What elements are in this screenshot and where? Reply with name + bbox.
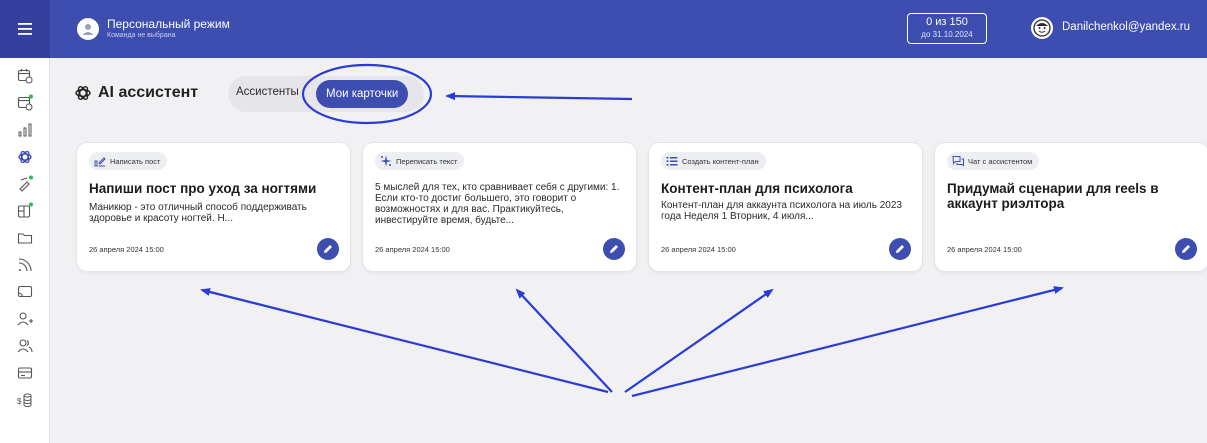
mode-title: Персональный режим [107, 17, 230, 31]
chat-icon [952, 155, 964, 167]
usage-limit-badge[interactable]: 0 из 150 до 31.10.2024 [907, 13, 987, 44]
tab-my-cards[interactable]: Мои карточки [316, 80, 409, 108]
arrow-to-tab [445, 92, 633, 101]
person-icon [82, 24, 94, 35]
sidebar-item-planned[interactable] [16, 94, 34, 112]
sidebar-item-balance[interactable]: $ [16, 391, 34, 409]
add-user-icon [17, 312, 33, 326]
sidebar-item-templates[interactable] [16, 202, 34, 220]
card-title: Придумай сценарии для reels в аккаунт ри… [947, 181, 1159, 211]
card-icon [17, 367, 33, 379]
calendar-clock-icon [17, 69, 33, 84]
sidebar-item-billing[interactable] [16, 364, 34, 382]
bar-chart-icon [18, 123, 32, 137]
card-date: 26 апреля 2024 15:00 [947, 245, 1022, 254]
sidebar-item-folders[interactable] [16, 229, 34, 247]
edit-card-button[interactable] [889, 238, 911, 260]
card-preview: 5 мыслей для тех, кто сравнивает себя с … [375, 182, 620, 226]
smiley-avatar-icon [1033, 19, 1051, 37]
arrow-to-card-4 [631, 286, 1064, 398]
card-3[interactable]: Создать контент-план Контент-план для пс… [649, 143, 922, 271]
sidebar-item-magic[interactable] [16, 175, 34, 193]
card-type-chip: Переписать текст [375, 152, 465, 170]
pencil-icon [1182, 245, 1190, 253]
edit-card-button[interactable] [603, 238, 625, 260]
card-1[interactable]: Написать пост Напиши пост про уход за но… [77, 143, 350, 271]
team-avatar[interactable] [77, 18, 99, 40]
card-date: 26 апреля 2024 15:00 [375, 245, 450, 254]
tab-assistants[interactable]: Ассистенты [236, 86, 299, 98]
limit-date: до 31.10.2024 [921, 30, 973, 39]
folder-icon [17, 233, 33, 244]
user-email[interactable]: Danilchenkol@yandex.ru [1062, 21, 1190, 33]
sidebar-item-analytics[interactable] [16, 121, 34, 139]
sidebar-item-ai-assistant[interactable] [0, 144, 50, 170]
coins-icon: $ [17, 393, 32, 407]
calendar-dot-icon [17, 94, 33, 111]
user-avatar[interactable] [1031, 17, 1053, 39]
page-title: AI ассистент [98, 84, 199, 101]
edit-card-button[interactable] [317, 238, 339, 260]
rewrite-sparkle-icon [380, 155, 392, 167]
edit-card-button[interactable] [1175, 238, 1197, 260]
mode-subtitle: Команда не выбрана [107, 32, 176, 39]
arrow-to-card-2 [515, 288, 613, 393]
cast-icon [17, 285, 33, 298]
users-icon [17, 339, 33, 353]
card-type-chip: Написать пост [89, 152, 168, 170]
hamburger-icon [18, 23, 32, 35]
card-type-label: Чат с ассистентом [968, 156, 1033, 166]
card-4[interactable]: Чат с ассистентом Придумай сценарии для … [935, 143, 1207, 271]
card-preview: Маникюр - это отличный способ поддержива… [89, 202, 307, 224]
arrow-to-card-3 [624, 288, 774, 393]
magic-wand-icon [19, 175, 33, 192]
card-2[interactable]: Переписать текст 5 мыслей для тех, кто с… [363, 143, 636, 271]
sidebar-item-team[interactable] [16, 337, 34, 355]
rss-icon [18, 258, 32, 272]
card-title: Напиши пост про уход за ногтями [89, 181, 317, 196]
tab-switcher: Ассистенты Мои карточки [228, 76, 424, 112]
hamburger-menu-button[interactable] [0, 0, 50, 58]
pencil-icon [324, 245, 332, 253]
card-type-label: Создать контент-план [682, 156, 759, 166]
pencil-icon [896, 245, 904, 253]
card-type-label: Переписать текст [396, 156, 458, 166]
sidebar-item-feeds[interactable] [16, 256, 34, 274]
sidebar-item-add-user[interactable] [16, 310, 34, 328]
template-icon [17, 202, 33, 218]
write-post-icon [94, 155, 106, 167]
ai-logo-icon [75, 86, 91, 100]
limit-count: 0 из 150 [926, 16, 968, 28]
card-type-chip: Создать контент-план [661, 152, 766, 170]
sidebar-item-schedule[interactable] [16, 67, 34, 85]
top-bar: Персональный режим Команда не выбрана [0, 0, 1207, 58]
list-icon [666, 155, 678, 167]
card-preview: Контент-план для аккаунта психолога на и… [661, 200, 902, 222]
ai-assistant-icon [18, 150, 32, 164]
card-type-chip: Чат с ассистентом [947, 152, 1040, 170]
sidebar-item-broadcast[interactable] [16, 283, 34, 301]
card-title: Контент-план для психолога [661, 181, 853, 196]
mode-switcher[interactable]: Персональный режим Команда не выбрана [107, 17, 230, 41]
card-date: 26 апреля 2024 15:00 [89, 245, 164, 254]
card-date: 26 апреля 2024 15:00 [661, 245, 736, 254]
arrow-to-card-1 [200, 288, 609, 394]
sidebar: $ [0, 58, 50, 443]
card-type-label: Написать пост [110, 156, 161, 166]
pencil-icon [610, 245, 618, 253]
svg-text:$: $ [17, 397, 22, 406]
